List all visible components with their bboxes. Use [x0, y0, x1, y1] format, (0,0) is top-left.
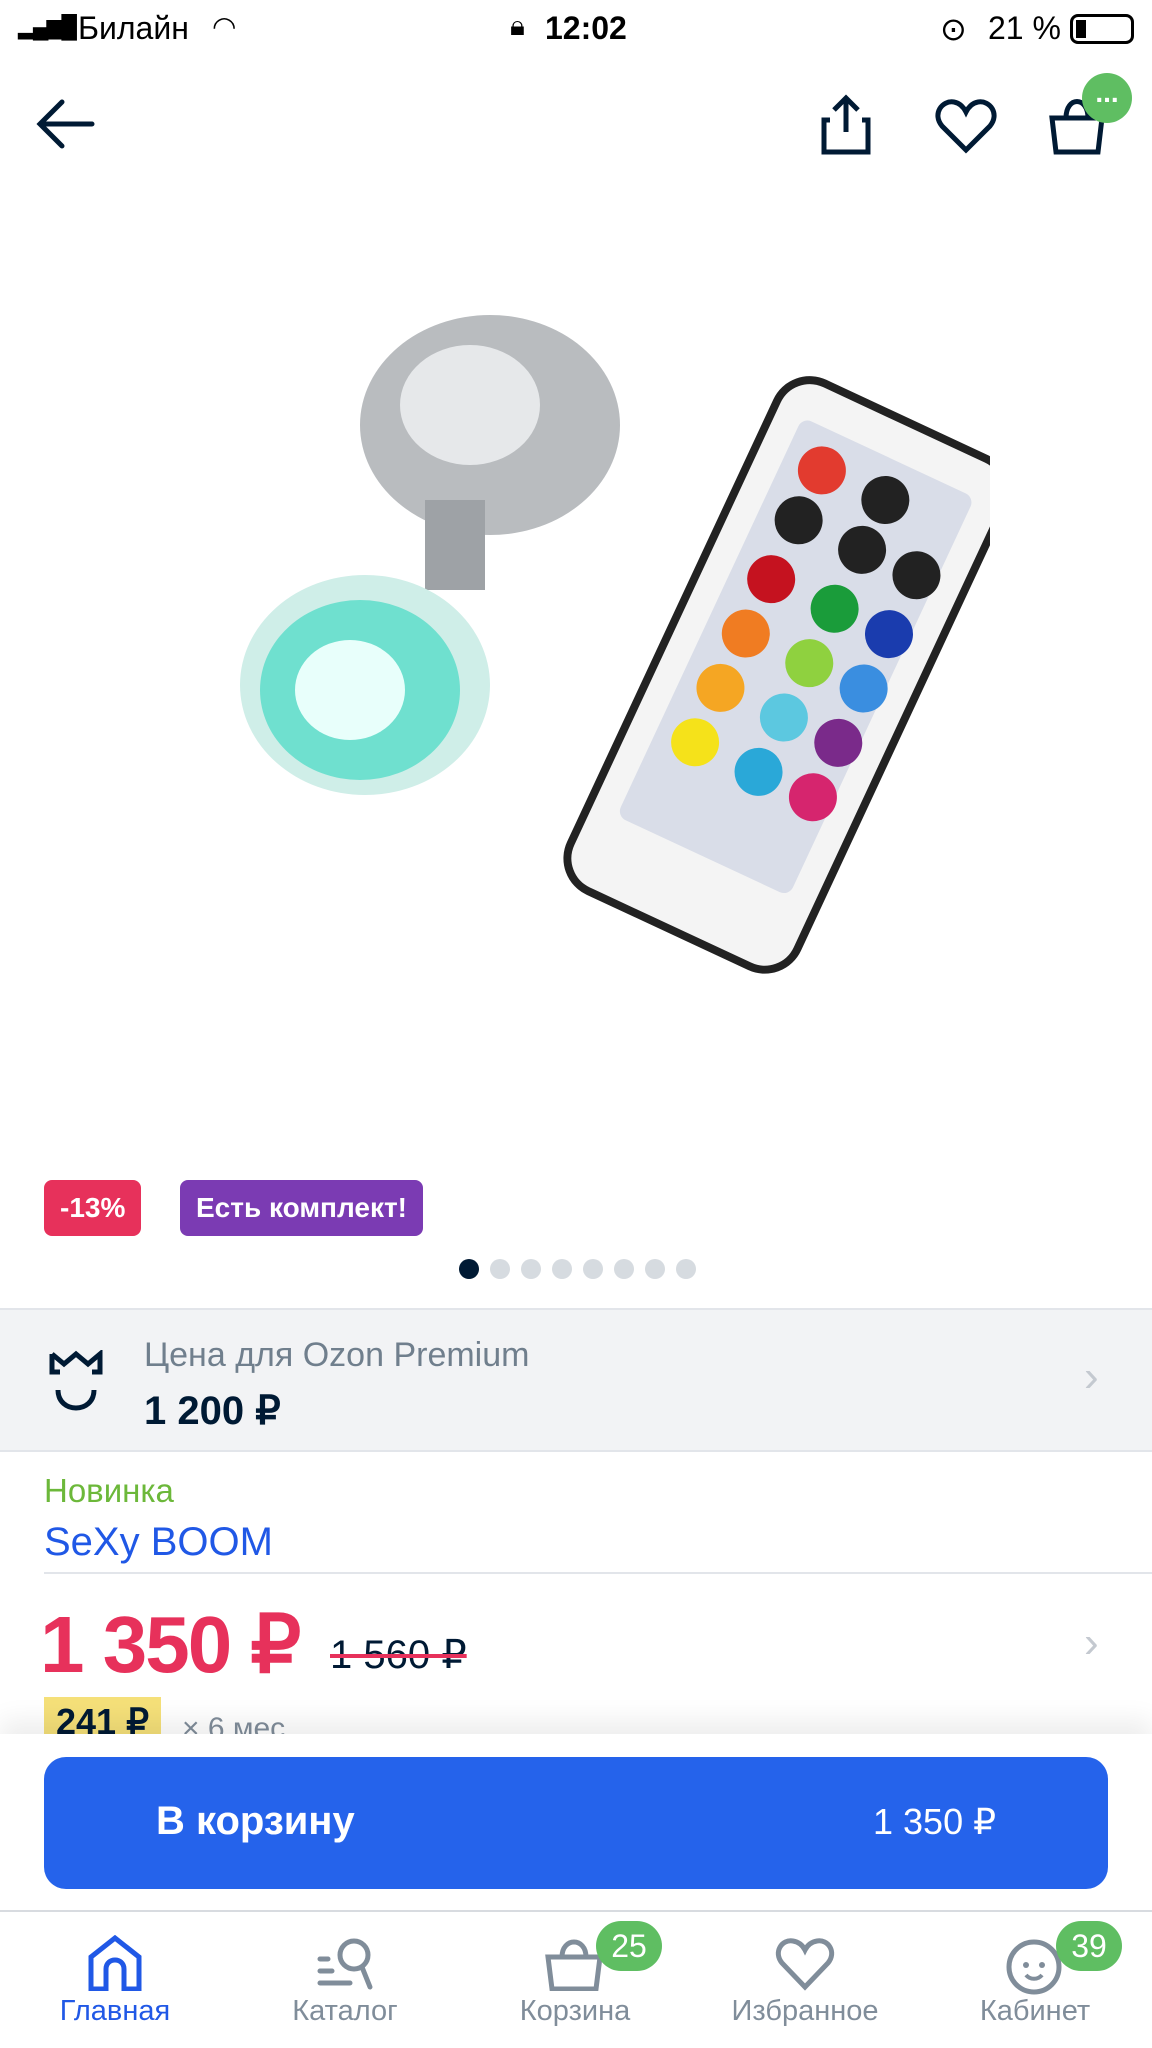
ozon-premium-icon — [49, 1350, 103, 1411]
lock-icon: 🔒︎ — [510, 10, 525, 41]
tab-label: Главная — [59, 1995, 171, 2027]
cart-badge: ... — [1082, 73, 1132, 123]
premium-title: Цена для Ozon Premium — [144, 1336, 530, 1374]
tab-label: Кабинет — [979, 1995, 1091, 2027]
new-tag: Новинка — [44, 1472, 174, 1509]
page-dot[interactable] — [552, 1259, 572, 1279]
share-icon[interactable] — [818, 92, 874, 156]
add-to-cart-label: В корзину — [156, 1799, 355, 1843]
old-price: 1 560 ₽ — [330, 1633, 467, 1677]
discount-badge: -13% — [44, 1180, 142, 1236]
page-dot[interactable] — [645, 1259, 665, 1279]
cart-count-badge: 25 — [596, 1921, 662, 1971]
back-arrow-icon[interactable] — [36, 98, 96, 150]
page-dot[interactable] — [459, 1259, 479, 1279]
page-dot[interactable] — [676, 1259, 696, 1279]
current-price: 1 350 ₽ — [40, 1600, 301, 1689]
time: 12:02 — [545, 10, 627, 46]
profile-face-icon — [1006, 1939, 1062, 1995]
heart-icon — [775, 1938, 835, 1991]
tab-label: Избранное — [731, 1995, 879, 2027]
signal-icon: ▂▄▆█ — [18, 14, 77, 39]
status-bar: ▂▄▆█ Билайн ◠ 🔒︎ 12:02 ⊙ 21 % — [0, 0, 1152, 60]
product-image[interactable] — [190, 300, 990, 1030]
chevron-right-icon[interactable]: › — [1084, 1618, 1099, 1668]
home-icon — [88, 1935, 142, 1991]
bundle-badge[interactable]: Есть комплект! — [180, 1180, 423, 1236]
cart-icon — [545, 1939, 603, 1991]
carrier: Билайн — [78, 10, 189, 46]
add-to-cart-price: 1 350 ₽ — [873, 1801, 996, 1842]
chevron-right-icon: › — [1084, 1352, 1099, 1401]
heart-icon[interactable] — [934, 98, 998, 154]
premium-price-row[interactable]: Цена для Ozon Premium 1 200 ₽ › — [0, 1308, 1152, 1452]
divider — [0, 1910, 1152, 1912]
battery-text: 21 % — [988, 10, 1061, 46]
premium-price: 1 200 ₽ — [144, 1389, 281, 1433]
page-dot[interactable] — [583, 1259, 603, 1279]
catalog-search-icon — [317, 1938, 373, 1990]
divider — [44, 1572, 1152, 1574]
page-dot[interactable] — [614, 1259, 634, 1279]
cabinet-count-badge: 39 — [1056, 1921, 1122, 1971]
wifi-icon: ◠ — [212, 11, 237, 42]
tab-label: Каталог — [292, 1995, 398, 2027]
brand-link[interactable]: SeXy BOOM — [44, 1520, 273, 1565]
add-to-cart-button[interactable]: В корзину 1 350 ₽ — [44, 1757, 1108, 1889]
page-dot[interactable] — [490, 1259, 510, 1279]
page-dot[interactable] — [521, 1259, 541, 1279]
tab-label: Корзина — [519, 1995, 631, 2027]
battery-icon — [1070, 14, 1134, 44]
rotation-lock-icon: ⊙ — [940, 11, 967, 47]
